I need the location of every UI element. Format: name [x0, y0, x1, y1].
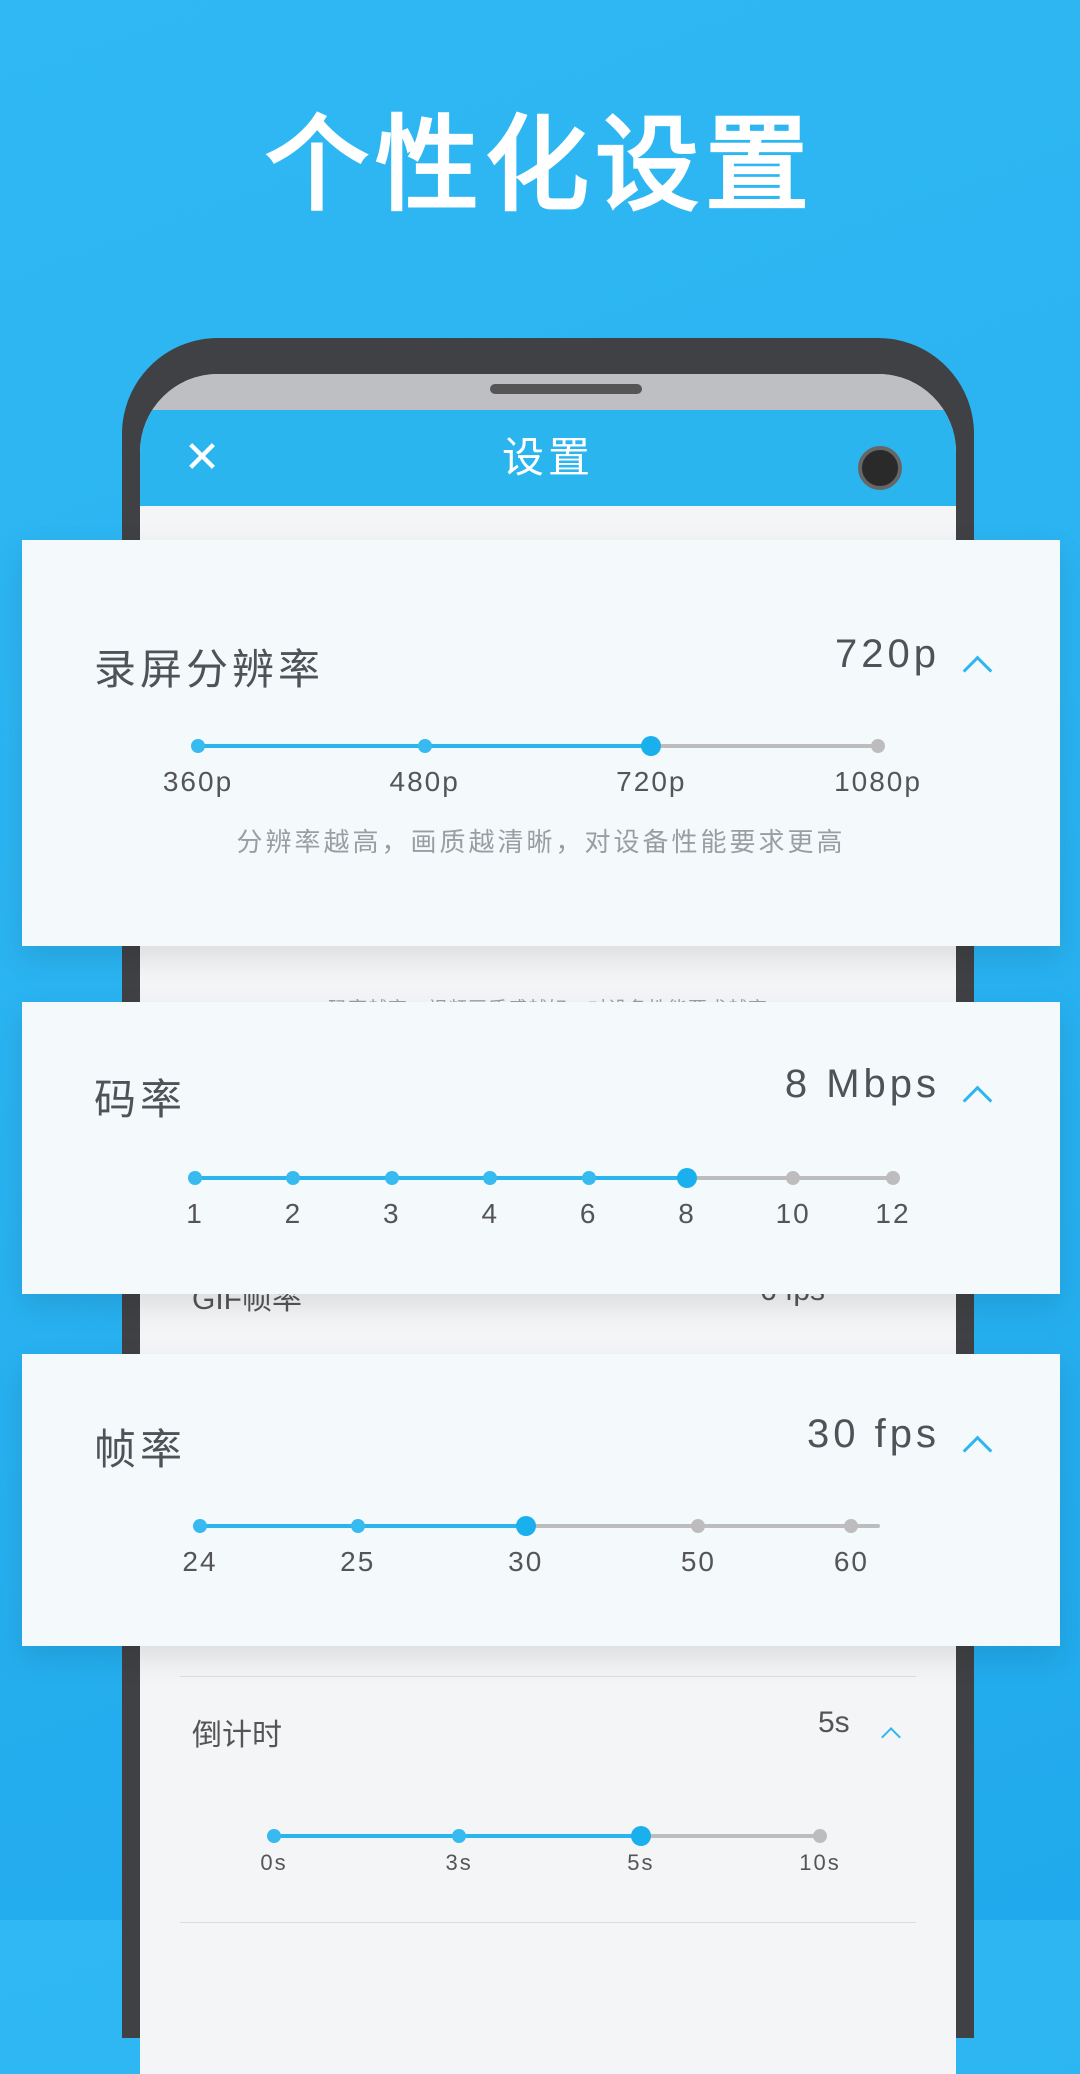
close-icon[interactable]: ✕: [172, 428, 232, 488]
slider-tick-label: 2: [284, 1198, 303, 1229]
slider-tick-label: 3: [383, 1198, 401, 1229]
chevron-up-icon[interactable]: [962, 1085, 993, 1116]
bitrate-label: 码率: [94, 1076, 187, 1123]
slider-tick-label: 1: [186, 1198, 204, 1229]
slider-tick-label: 10: [775, 1198, 811, 1229]
countdown-slider[interactable]: [274, 1834, 820, 1838]
slider-stop[interactable]: [452, 1829, 467, 1843]
chevron-up-icon[interactable]: [881, 1727, 901, 1747]
slider-stop[interactable]: [844, 1519, 859, 1533]
slider-tick-label: 3s: [445, 1850, 473, 1875]
slider-stop[interactable]: [515, 1516, 536, 1536]
slider-stop[interactable]: [871, 739, 885, 753]
status-strip: [140, 374, 956, 410]
slider-tick-label: 1080p: [834, 766, 922, 797]
app-title: 设置: [501, 434, 594, 481]
slider-tick-label: 8: [678, 1198, 696, 1229]
bitrate-card: 码率 8 Mbps 1 2 3 4 6 8 10 12: [22, 1002, 1060, 1294]
chevron-up-icon[interactable]: [962, 1435, 993, 1466]
slider-stop[interactable]: [691, 1519, 706, 1533]
slider-stop[interactable]: [581, 1171, 596, 1185]
slider-stop[interactable]: [886, 1171, 900, 1185]
slider-stop[interactable]: [786, 1171, 801, 1185]
slider-tick-label: 720p: [616, 766, 687, 797]
slider-tick-label: 50: [680, 1546, 717, 1577]
chevron-up-icon[interactable]: [962, 655, 993, 686]
resolution-value[interactable]: 720p: [835, 632, 940, 677]
earpiece-speaker: [490, 384, 642, 394]
slider-stop[interactable]: [483, 1171, 498, 1185]
slider-stop[interactable]: [193, 1519, 207, 1533]
slider-tick-label: 24: [182, 1546, 218, 1577]
slider-tick-label: 480p: [389, 766, 460, 797]
framerate-value[interactable]: 30 fps: [807, 1412, 940, 1457]
bitrate-value[interactable]: 8 Mbps: [785, 1062, 940, 1107]
slider-tick-label: 0s: [260, 1850, 288, 1875]
front-camera: [858, 446, 902, 490]
slider-stop[interactable]: [417, 739, 432, 753]
slider-tick-label: 12: [875, 1198, 911, 1229]
slider-stop[interactable]: [286, 1171, 301, 1185]
slider-fill: [195, 1176, 688, 1180]
slider-stop[interactable]: [641, 736, 662, 756]
resolution-note: 分辨率越高，画质越清晰，对设备性能要求更高: [236, 827, 846, 857]
slider-stop[interactable]: [677, 1168, 698, 1188]
slider-tick-label: 25: [340, 1546, 376, 1577]
slider-tick-label: 4: [481, 1198, 500, 1229]
slider-stop[interactable]: [350, 1519, 365, 1533]
resolution-slider[interactable]: [198, 744, 878, 748]
countdown-label: 倒计时: [192, 1719, 282, 1752]
slider-tick-label: 10s: [799, 1850, 841, 1875]
divider: [180, 1676, 916, 1677]
framerate-slider[interactable]: [200, 1524, 880, 1528]
framerate-label: 帧率: [94, 1426, 187, 1473]
slider-tick-label: 6: [579, 1198, 598, 1229]
resolution-card: 录屏分辨率 720p 分辨率越高，画质越清晰，对设备性能要求更高 360p 480…: [22, 540, 1060, 946]
slider-stop[interactable]: [267, 1829, 281, 1843]
slider-stop[interactable]: [188, 1171, 202, 1185]
slider-tick-label: 60: [833, 1546, 870, 1577]
framerate-card: 帧率 30 fps 24 25 30 50 60: [22, 1354, 1060, 1646]
divider: [180, 1922, 916, 1923]
headline: 个性化设置: [264, 108, 815, 224]
countdown-value[interactable]: 5s: [818, 1706, 850, 1740]
slider-tick-label: 360p: [162, 766, 234, 797]
slider-stop[interactable]: [384, 1171, 399, 1185]
slider-tick-label: 5s: [627, 1850, 655, 1875]
resolution-label: 录屏分辨率: [94, 646, 325, 693]
app-bar: 设置 ✕: [140, 410, 956, 506]
slider-stop[interactable]: [630, 1826, 651, 1846]
slider-tick-label: 30: [508, 1546, 544, 1577]
slider-stop[interactable]: [191, 739, 205, 753]
slider-stop[interactable]: [813, 1829, 827, 1843]
